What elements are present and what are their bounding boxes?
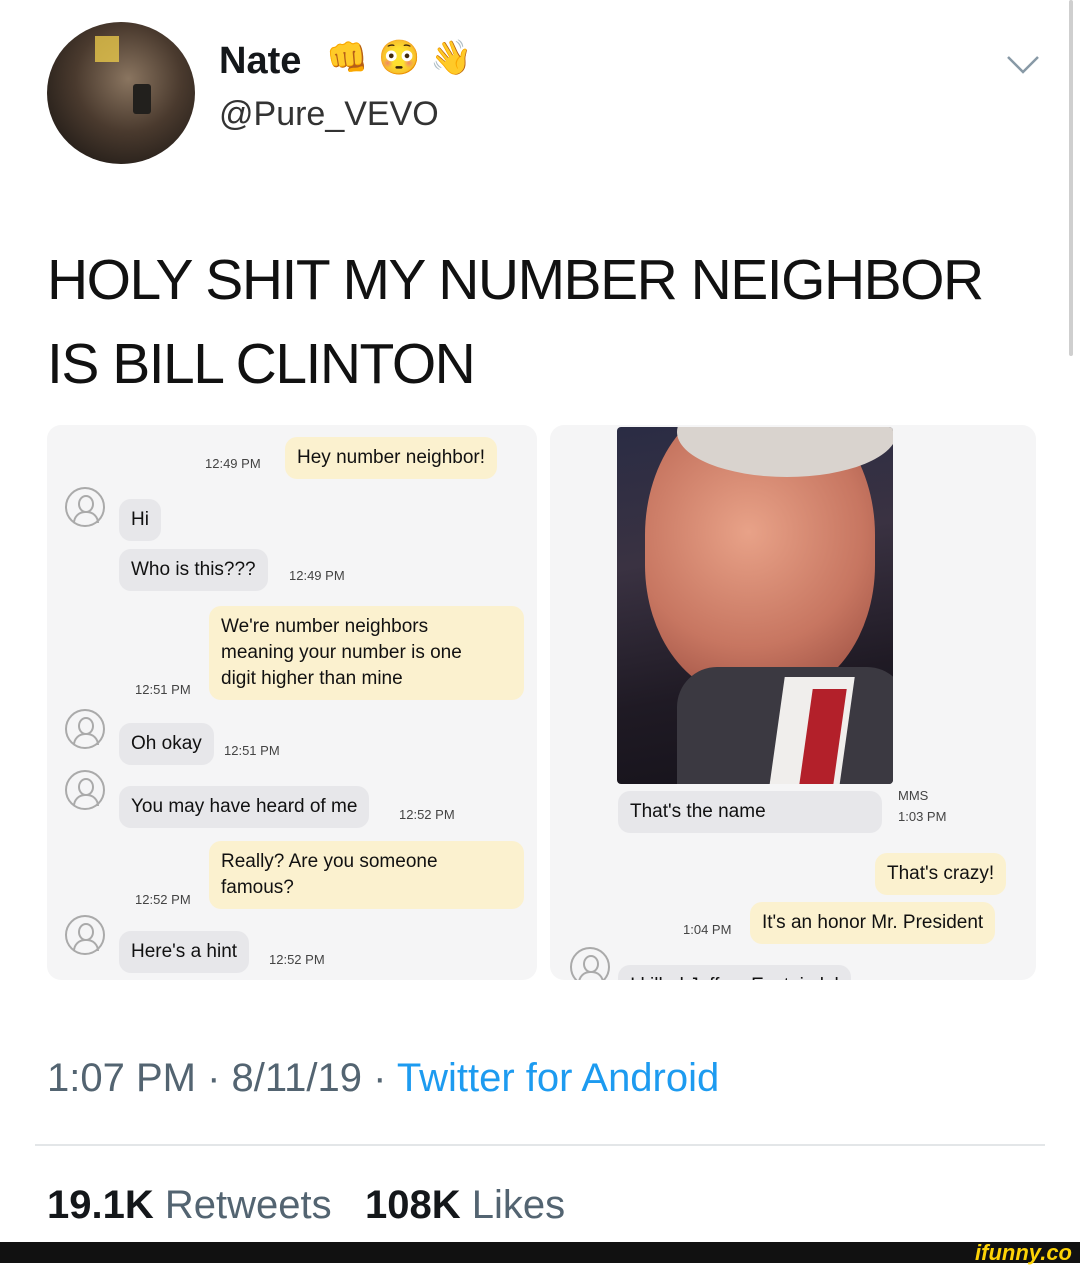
fist-emoji: 👊	[326, 39, 369, 77]
contact-avatar-icon	[65, 487, 105, 527]
message-time: 12:49 PM	[205, 456, 261, 471]
message-bubble-sent: That's crazy!	[875, 853, 1007, 895]
message-time: 12:51 PM	[224, 743, 280, 758]
message-bubble-received: Hi	[119, 499, 161, 541]
retweets-label: Retweets	[164, 1183, 332, 1227]
message-time: 1:04 PM	[683, 922, 732, 937]
contact-avatar-icon	[65, 770, 105, 810]
message-time: 12:49 PM	[289, 568, 345, 583]
avatar-photo-detail	[95, 36, 119, 62]
message-time: 12:52 PM	[269, 952, 325, 967]
message-bubble-received: I killed Jeffrey Epstein lol	[618, 965, 851, 980]
message-time: 12:52 PM	[399, 807, 455, 822]
retweets-count: 19.1K	[47, 1183, 154, 1227]
message-bubble-sent: We're number neighbors meaning your numb…	[209, 606, 524, 700]
message-bubble-received: Here's a hint	[119, 931, 250, 973]
flushed-face-emoji: 😳	[378, 39, 421, 77]
contact-avatar-icon	[570, 947, 610, 980]
user-handle[interactable]: @Pure_VEVO	[219, 95, 439, 134]
message-bubble-sent: It's an honor Mr. President	[750, 902, 996, 944]
message-time: 1:03 PM	[898, 809, 947, 824]
message-time: 12:51 PM	[135, 682, 191, 697]
message-tag: MMS	[898, 788, 929, 803]
meta-separator: ·	[207, 1056, 221, 1100]
screenshot-right[interactable]: That's the name MMS 1:03 PM That's crazy…	[550, 425, 1036, 980]
footer-bar: ifunny.co	[0, 1240, 1080, 1265]
contact-avatar-icon	[65, 915, 105, 955]
contact-avatar-icon	[65, 709, 105, 749]
likes-count: 108K	[364, 1183, 461, 1227]
divider	[35, 1144, 1045, 1146]
watermark: ifunny.co	[975, 1240, 1072, 1265]
message-bubble-sent: Really? Are you someone famous?	[209, 841, 524, 909]
tweet-time: 1:07 PM	[47, 1056, 196, 1100]
tweet-meta: 1:07 PM · 8/11/19 · Twitter for Android	[47, 1056, 719, 1101]
avatar-phone-detail	[133, 84, 151, 114]
profile-avatar[interactable]	[47, 22, 195, 164]
screenshot-left[interactable]: 12:49 PM Hey number neighbor! Hi Who is …	[47, 425, 537, 980]
message-bubble-received: Who is this???	[119, 549, 268, 591]
message-bubble-received: That's the name	[618, 791, 882, 833]
mms-photo[interactable]	[617, 427, 893, 784]
chevron-down-icon[interactable]	[1005, 52, 1041, 78]
message-bubble-sent: Hey number neighbor!	[285, 437, 497, 479]
message-bubble-received: Oh okay	[119, 723, 214, 765]
retweets-link[interactable]: 19.1K Retweets	[47, 1183, 332, 1227]
tweet-source-link[interactable]: Twitter for Android	[397, 1056, 719, 1100]
tweet-date: 8/11/19	[231, 1056, 363, 1100]
message-time: 12:52 PM	[135, 892, 191, 907]
meta-separator: ·	[373, 1056, 387, 1100]
scrollbar[interactable]	[1069, 0, 1073, 356]
display-name[interactable]: Nate	[219, 40, 301, 83]
likes-link[interactable]: 108K Likes	[365, 1183, 565, 1227]
tweet-text: HOLY SHIT MY NUMBER NEIGHBOR IS BILL CLI…	[47, 248, 984, 396]
message-bubble-received: You may have heard of me	[119, 786, 370, 828]
waving-hand-emoji: 👋	[430, 39, 473, 77]
likes-label: Likes	[471, 1183, 566, 1227]
tweet-stats: 19.1K Retweets 108K Likes	[47, 1183, 565, 1228]
